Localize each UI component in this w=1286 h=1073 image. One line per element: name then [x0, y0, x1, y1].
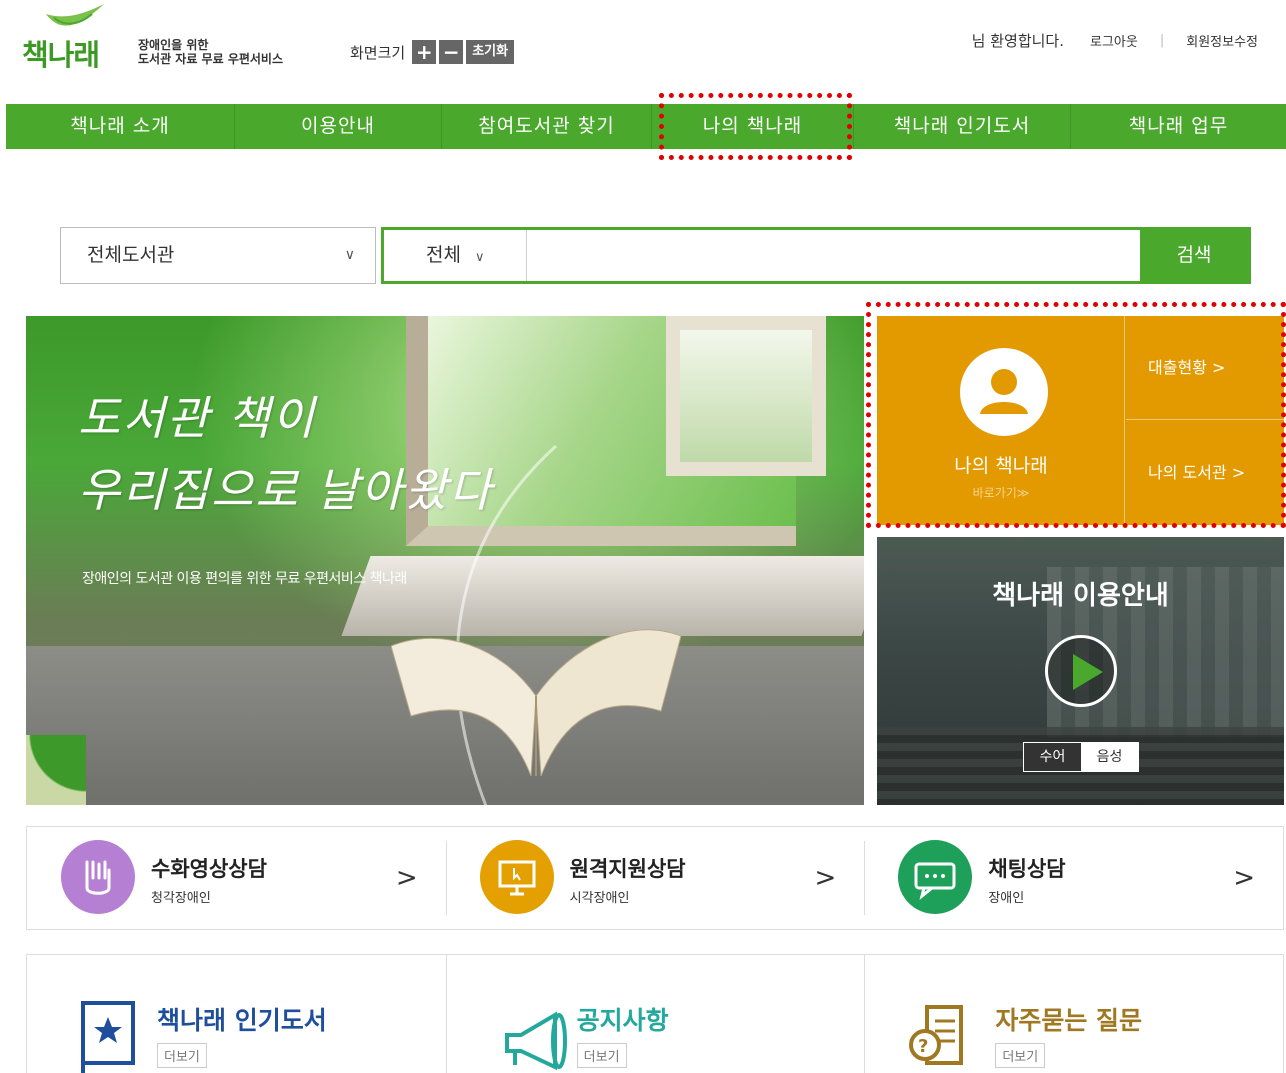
chevron-down-icon: ∨ — [474, 250, 485, 265]
search-box: 전체 ∨ 검색 — [381, 227, 1251, 284]
consult-subtitle: 시각장애인 — [569, 891, 630, 906]
banner-window-frame-image — [666, 316, 826, 476]
my-chaeknarae-title: 나의 책나래 — [954, 455, 1048, 477]
open-book-icon — [391, 629, 681, 776]
banner-calligraphy-line-1: 도서관 책이 — [78, 391, 317, 445]
main-nav: 책나래 소개 이용안내 참여도서관 찾기 나의 책나래 책나래 인기도서 책나래… — [6, 104, 1286, 149]
welcome-text: 님 환영합니다. — [971, 32, 1064, 50]
main-banner[interactable]: 도서관 책이 우리집으로 날아왔다 장애인의 도서관 이용 편의를 위한 무료 … — [26, 316, 864, 805]
box-title: 공지사항 — [576, 1006, 669, 1035]
search-button[interactable]: 검색 — [1140, 230, 1248, 281]
consult-subtitle: 청각장애인 — [151, 891, 211, 906]
play-icon — [1073, 654, 1103, 690]
chevron-right-icon: > — [395, 863, 418, 893]
consult-sign-video[interactable]: 수화영상상담 청각장애인 > — [27, 827, 446, 929]
site-tagline: 장애인을 위한 도서관 자료 무료 우편서비스 — [138, 38, 283, 66]
box-title: 자주묻는 질문 — [995, 1006, 1143, 1035]
user-avatar-icon — [960, 348, 1048, 436]
library-select[interactable]: 전체도서관 ∨ — [60, 227, 376, 284]
banner-calligraphy-line-2: 우리집으로 날아왔다 — [78, 463, 494, 517]
consult-chat[interactable]: 채팅상담 장애인 > — [864, 827, 1283, 929]
star-book-icon — [81, 1001, 135, 1073]
faq-document-icon: ? — [909, 1005, 964, 1065]
font-decrease-button[interactable]: − — [439, 40, 464, 64]
my-chaeknarae-box: 나의 책나래 바로가기≫ 대출현황 > 나의 도서관 > — [877, 316, 1284, 525]
search-input[interactable] — [527, 230, 1140, 281]
tab-sign-language[interactable]: 수어 — [1024, 743, 1081, 771]
my-library-link[interactable]: 나의 도서관 > — [1126, 421, 1284, 525]
box-title: 책나래 인기도서 — [157, 1006, 327, 1035]
logo-text: 책나래 — [22, 38, 100, 72]
guide-tabs: 수어 음성 — [1023, 742, 1139, 772]
nav-item-guide[interactable]: 이용안내 — [235, 104, 442, 149]
consult-title: 수화영상상담 — [151, 857, 267, 881]
category-select[interactable]: 전체 ∨ — [384, 230, 527, 281]
library-select-value: 전체도서관 — [87, 244, 175, 266]
shortcut-link[interactable]: 바로가기≫ — [877, 484, 1125, 501]
user-utility: 님 환영합니다. 로그아웃 | 회원정보수정 — [972, 30, 1258, 51]
loan-status-link[interactable]: 대출현황 > — [1126, 316, 1284, 420]
more-button[interactable]: 더보기 — [995, 1043, 1046, 1068]
my-chaeknarae-shortcut[interactable]: 나의 책나래 바로가기≫ — [877, 316, 1125, 525]
popular-books-box[interactable]: 책나래 인기도서 더보기 — [27, 955, 446, 1073]
consult-title: 채팅상담 — [988, 857, 1066, 881]
chat-bubble-icon — [898, 840, 973, 914]
guide-title: 책나래 이용안내 — [992, 581, 1169, 611]
edit-profile-link[interactable]: 회원정보수정 — [1186, 31, 1258, 50]
logout-link[interactable]: 로그아웃 — [1090, 31, 1138, 50]
font-size-control: 화면크기 + − 초기화 — [350, 40, 515, 64]
play-button[interactable] — [1045, 635, 1117, 707]
person-icon — [980, 369, 1028, 414]
more-button[interactable]: 더보기 — [157, 1043, 207, 1068]
nav-item-popular-books[interactable]: 책나래 인기도서 — [854, 104, 1071, 149]
separator: | — [1159, 33, 1165, 48]
consult-row: 수화영상상담 청각장애인 > 원격지원상담 시각장애인 > 채팅상담 장애인 > — [26, 826, 1284, 930]
font-size-label: 화면크기 — [350, 43, 406, 62]
font-increase-button[interactable]: + — [412, 40, 437, 64]
nav-item-find-library[interactable]: 참여도서관 찾기 — [442, 104, 652, 149]
info-boxes: 책나래 인기도서 더보기 공지사항 더보기 ? 자주묻는 질문 더보기 — [26, 954, 1284, 1073]
consult-title: 원격지원상담 — [569, 857, 686, 881]
chevron-right-icon: > — [1233, 863, 1256, 893]
tagline-line-2: 도서관 자료 무료 우편서비스 — [138, 52, 284, 66]
consult-remote-support[interactable]: 원격지원상담 시각장애인 > — [445, 827, 865, 929]
banner-subtitle: 장애인의 도서관 이용 편의를 위한 무료 우편서비스 책나래 — [82, 571, 407, 587]
leaf-logo-icon — [46, 4, 104, 26]
monitor-cursor-icon — [479, 840, 554, 914]
page-curl — [26, 735, 86, 805]
banner-calligraphy: 도서관 책이 우리집으로 날아왔다 — [78, 382, 494, 526]
more-button[interactable]: 더보기 — [576, 1043, 627, 1068]
megaphone-icon — [504, 1011, 567, 1071]
category-select-value: 전체 — [426, 244, 461, 266]
usage-guide-video: 책나래 이용안내 수어 음성 — [877, 537, 1284, 805]
faq-box[interactable]: ? 자주묻는 질문 더보기 — [864, 955, 1283, 1073]
font-reset-button[interactable]: 초기화 — [466, 40, 515, 64]
site-logo[interactable]: 책나래 — [22, 4, 122, 72]
nav-item-my-chaeknarae[interactable]: 나의 책나래 — [652, 104, 854, 149]
chevron-right-icon: > — [814, 863, 837, 893]
nav-item-work[interactable]: 책나래 업무 — [1071, 104, 1286, 149]
nav-item-about[interactable]: 책나래 소개 — [6, 104, 235, 149]
notice-box[interactable]: 공지사항 더보기 — [445, 955, 865, 1073]
svg-text:?: ? — [918, 1036, 928, 1057]
chevron-down-icon: ∨ — [344, 247, 355, 263]
consult-subtitle: 장애인 — [988, 891, 1025, 906]
tagline-line-1: 장애인을 위한 — [138, 38, 209, 52]
hand-sign-icon — [61, 840, 135, 914]
tab-voice[interactable]: 음성 — [1081, 743, 1138, 771]
